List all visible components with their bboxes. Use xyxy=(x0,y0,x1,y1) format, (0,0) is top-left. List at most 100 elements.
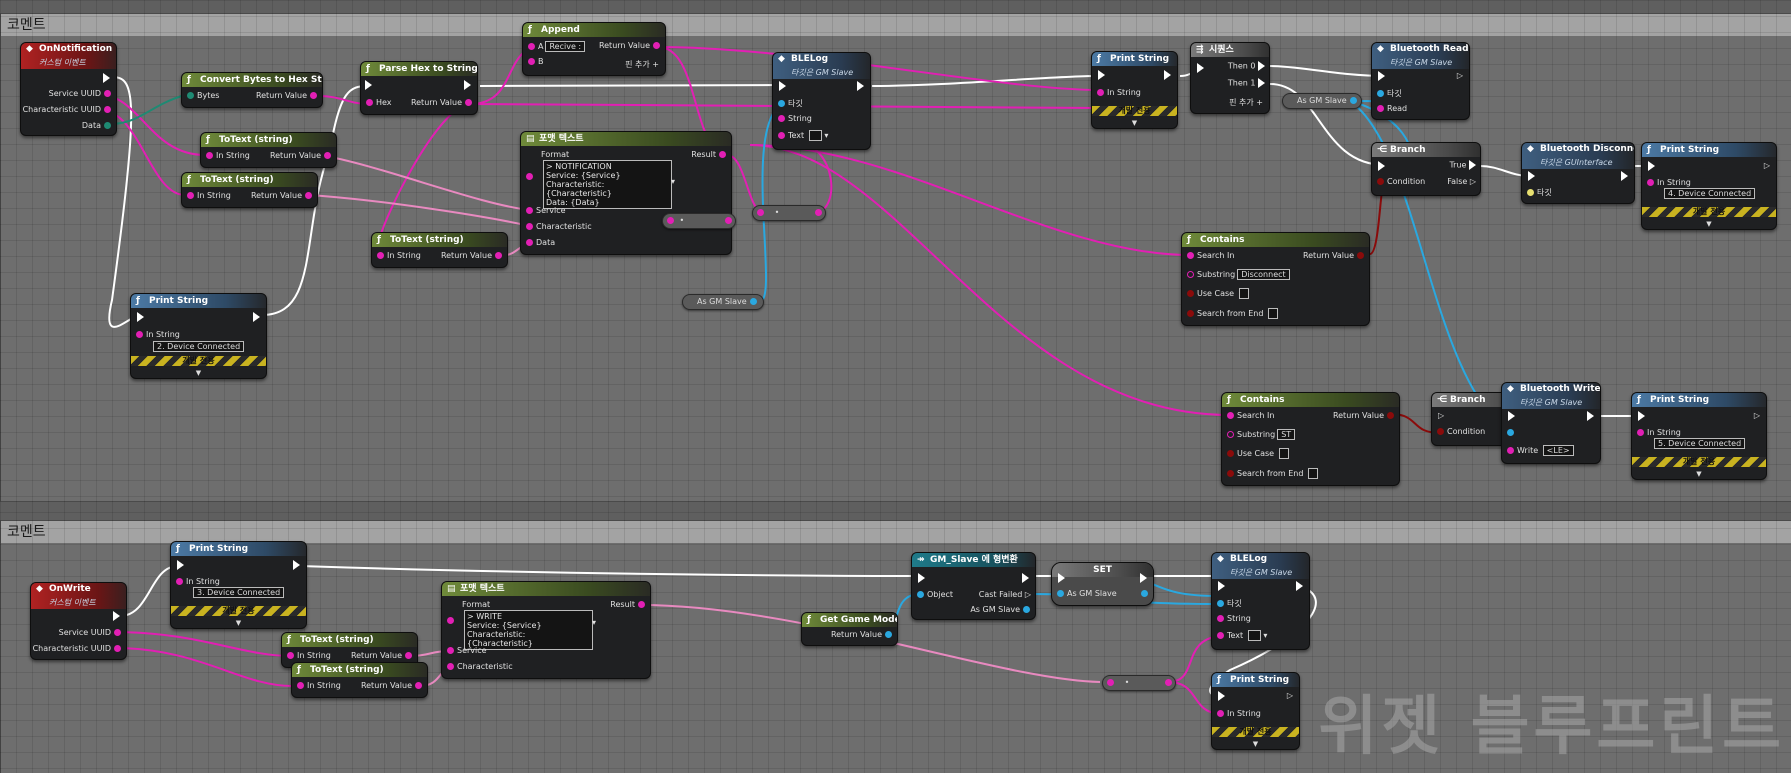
string-pin[interactable] xyxy=(104,90,111,97)
print-string-node[interactable]: ƒ Print String In String 2. Device Connec… xyxy=(130,293,267,379)
text-pin[interactable] xyxy=(719,151,726,158)
text-pin[interactable] xyxy=(405,652,412,659)
object-pin[interactable] xyxy=(749,298,757,305)
parse-hex-node[interactable]: ƒ Parse Hex to String Hex Return Value xyxy=(360,61,478,115)
expand-arrow-icon[interactable]: ▼ xyxy=(1212,740,1299,748)
text-pin[interactable] xyxy=(526,223,533,230)
text-pin[interactable] xyxy=(305,192,312,199)
bool-pin[interactable] xyxy=(1187,310,1194,317)
expand-arrow-icon[interactable]: ▼ xyxy=(1092,119,1177,127)
expand-arrow-icon[interactable]: ▼ xyxy=(1632,470,1766,478)
string-pin[interactable] xyxy=(310,92,317,99)
object-pin[interactable] xyxy=(1377,90,1384,97)
string-pin[interactable] xyxy=(366,99,373,106)
chevron-down-icon[interactable]: ▾ xyxy=(592,618,596,627)
bool-pin[interactable] xyxy=(1227,450,1234,457)
exec-in-pin[interactable] xyxy=(918,573,925,583)
exec-in-pin[interactable] xyxy=(1378,71,1385,81)
bool-pin[interactable] xyxy=(1387,412,1394,419)
exec-out-pin[interactable] xyxy=(1469,160,1476,170)
bool-pin[interactable] xyxy=(1357,252,1364,259)
format-text-node[interactable]: ▤ 포맷 텍스트 Format Result > WRITE Service: {… xyxy=(441,581,651,679)
string-pin[interactable] xyxy=(1097,89,1104,96)
string-pin[interactable] xyxy=(377,252,384,259)
reroute-node[interactable]: • xyxy=(752,205,826,221)
exec-in-pin[interactable] xyxy=(365,80,372,90)
on-write-node[interactable]: ◆ OnWrite 커스텀 이벤트 Service UUID Characteris… xyxy=(30,582,127,660)
add-pin-button[interactable]: 핀 추가 xyxy=(625,60,650,69)
in-string-input[interactable]: 2. Device Connected xyxy=(153,341,245,352)
exec-in-pin[interactable] xyxy=(1528,171,1535,181)
object-pin[interactable] xyxy=(1023,606,1030,613)
on-notification-node[interactable]: ◆ OnNotification 커스텀 이벤트 Service UUID Char… xyxy=(20,42,117,136)
string-pin[interactable] xyxy=(114,645,121,652)
string-pin[interactable] xyxy=(297,682,304,689)
text-pin[interactable] xyxy=(778,132,785,139)
exec-out-pin[interactable] xyxy=(1022,573,1029,583)
use-case-checkbox[interactable] xyxy=(1278,448,1290,459)
print-string-node[interactable]: ƒ Print String ▷ In String 4. Device Conn… xyxy=(1641,142,1777,230)
object-pin[interactable] xyxy=(1057,590,1064,597)
contains-node[interactable]: ƒ Contains Search In Return Value Substri… xyxy=(1221,392,1400,486)
exec-out-pin[interactable] xyxy=(253,312,260,322)
text-pin[interactable] xyxy=(447,617,454,624)
string-pin[interactable] xyxy=(1187,252,1194,259)
in-string-input[interactable]: 4. Device Connected xyxy=(1664,188,1756,199)
format-text-input[interactable]: > NOTIFICATION Service: {Service} Charac… xyxy=(543,160,672,209)
exec-out-pin[interactable] xyxy=(103,73,110,83)
exec-out-pin[interactable] xyxy=(1296,581,1303,591)
exec-in-pin[interactable] xyxy=(1098,70,1105,80)
object-pin[interactable] xyxy=(778,100,785,107)
totext-node[interactable]: ƒ ToText (string) In String Return Value xyxy=(291,662,428,698)
string-pin[interactable] xyxy=(1647,179,1654,186)
exec-in-pin[interactable] xyxy=(779,81,786,91)
exec-in-pin[interactable] xyxy=(1058,573,1065,583)
in-string-input[interactable]: 5. Device Connected xyxy=(1654,438,1746,449)
string-pin[interactable] xyxy=(136,331,143,338)
string-pin[interactable] xyxy=(778,115,785,122)
text-pin[interactable] xyxy=(495,252,502,259)
exec-in-pin[interactable] xyxy=(1648,161,1655,171)
object-pin[interactable] xyxy=(1217,600,1224,607)
text-pin[interactable] xyxy=(526,207,533,214)
string-pin[interactable] xyxy=(176,578,183,585)
string-pin[interactable] xyxy=(1637,429,1644,436)
object-pin[interactable] xyxy=(917,591,924,598)
object-pin[interactable] xyxy=(1141,590,1148,597)
string-pin[interactable] xyxy=(206,152,213,159)
string-pin[interactable] xyxy=(287,652,294,659)
text-pin[interactable] xyxy=(415,682,422,689)
as-gm-slave-variable[interactable]: As GM Slave xyxy=(1282,93,1362,109)
in-string-input[interactable]: 3. Device Connected xyxy=(193,587,285,598)
string-pin[interactable] xyxy=(528,43,535,50)
search-from-end-checkbox[interactable] xyxy=(1267,308,1279,319)
exec-out-pin[interactable]: ▷ xyxy=(1287,691,1293,700)
exec-out-pin[interactable]: ▷ xyxy=(1764,161,1770,170)
print-string-node[interactable]: ƒ Print String ▷ In String 개발 전용 ▼ xyxy=(1211,672,1300,750)
text-input[interactable] xyxy=(1247,630,1261,641)
string-pin[interactable] xyxy=(1217,710,1224,717)
exec-out-pin[interactable] xyxy=(1258,61,1265,71)
exec-out-pin[interactable] xyxy=(1164,70,1171,80)
exec-in-pin[interactable] xyxy=(137,312,144,322)
bool-pin[interactable] xyxy=(1187,290,1194,297)
byte-array-pin[interactable] xyxy=(104,122,111,129)
text-pin[interactable] xyxy=(1217,632,1224,639)
exec-out-pin[interactable] xyxy=(293,560,300,570)
exec-out-pin[interactable] xyxy=(1621,171,1628,181)
format-text-node[interactable]: ▤ 포맷 텍스트 Format Result > NOTIFICATION Ser… xyxy=(520,131,732,255)
totext-node[interactable]: ƒ ToText (string) In String Return Value xyxy=(371,232,508,268)
bluetooth-disconnect-node[interactable]: ◆Bluetooth Disconnect타깃은 GUInterface 타깃 xyxy=(1521,142,1635,204)
format-text-input[interactable]: > WRITE Service: {Service} Characteristi… xyxy=(464,610,593,650)
text-pin[interactable] xyxy=(526,239,533,246)
exec-in-pin[interactable] xyxy=(1378,161,1385,171)
branch-node[interactable]: ⋲ Branch True Condition False ▷ xyxy=(1371,142,1481,196)
blelog-node[interactable]: ◆ BLELog 타깃은 GM Slave 타깃 String Text ▾ xyxy=(1211,552,1310,650)
string-pin[interactable] xyxy=(465,99,472,106)
exec-out-pin[interactable]: ▷ xyxy=(1754,411,1760,420)
bluetooth-read-node[interactable]: ◆ Bluetooth Read 타깃은 GM Slave ▷ 타깃 Read xyxy=(1371,42,1470,120)
expand-arrow-icon[interactable]: ▼ xyxy=(171,619,306,627)
contains-node[interactable]: ƒ Contains Search In Return Value Substri… xyxy=(1181,232,1370,326)
string-pin[interactable] xyxy=(104,106,111,113)
string-pin[interactable] xyxy=(528,58,535,65)
